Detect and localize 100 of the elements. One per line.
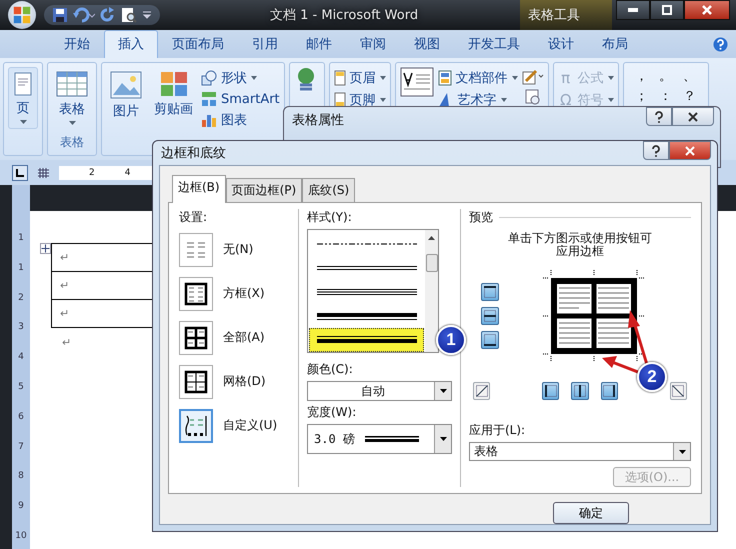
close-icon — [702, 5, 712, 15]
setting-button[interactable] — [179, 320, 213, 354]
smartart-button[interactable]: SmartArt — [201, 91, 280, 107]
quick-parts-icon — [438, 70, 452, 86]
dialog-tab[interactable]: 边框(B) — [172, 175, 226, 203]
ribbon-tab[interactable]: 开始 — [50, 30, 104, 58]
caret-icon — [20, 120, 26, 124]
print-preview-icon[interactable] — [121, 7, 137, 23]
width-dropdown[interactable]: 3.0 磅 — [307, 424, 452, 454]
scroll-thumb[interactable] — [426, 254, 438, 272]
style-label: 样式(Y): — [307, 209, 353, 226]
border-toggle-button[interactable] — [481, 307, 499, 325]
help-button[interactable] — [646, 107, 672, 126]
ribbon-tab[interactable]: 审阅 — [346, 30, 400, 58]
line-style-option[interactable] — [309, 328, 424, 352]
border-toggle-button[interactable] — [473, 382, 490, 400]
setting-button[interactable] — [179, 408, 213, 442]
customize-caret-icon[interactable] — [142, 10, 152, 20]
color-dropdown[interactable]: 自动 — [307, 381, 452, 401]
save-icon[interactable] — [52, 7, 68, 23]
setting-button[interactable] — [179, 276, 213, 310]
ribbon-tab[interactable]: 设计 — [534, 30, 588, 58]
settings-label: 设置: — [179, 209, 208, 226]
help-icon[interactable] — [713, 36, 728, 52]
page-button[interactable]: 页 — [8, 67, 38, 129]
caret-icon — [500, 98, 507, 102]
dialog-title: 表格属性 — [292, 112, 344, 129]
ribbon-tab[interactable]: 视图 — [400, 30, 454, 58]
group-caption: 表格 — [60, 134, 84, 151]
chart-icon — [201, 112, 217, 128]
close-icon — [688, 112, 698, 122]
dialog-tab[interactable]: 页面边框(P) — [226, 178, 302, 202]
ruler-number: 2 — [18, 292, 24, 303]
shapes-button[interactable]: 形状 — [201, 69, 280, 87]
ribbon-tab[interactable]: 插入 — [104, 30, 158, 58]
office-logo-icon — [13, 6, 31, 24]
line-style-icon — [316, 263, 416, 273]
signature-icon[interactable] — [522, 69, 544, 85]
ok-button[interactable]: 确定 — [553, 502, 629, 524]
border-preset-icon — [184, 282, 208, 306]
punctuation-key[interactable]: ； — [632, 89, 652, 105]
header-button[interactable]: 页眉 — [334, 69, 386, 87]
border-toggle-button[interactable] — [481, 331, 499, 349]
border-toggle-button[interactable] — [670, 382, 688, 400]
setting-label: 方框(X) — [223, 285, 265, 302]
ribbon-tab[interactable]: 开发工具 — [454, 30, 534, 58]
color-label: 颜色(C): — [307, 361, 354, 378]
border-preset-icon — [184, 326, 208, 350]
caret-icon — [512, 76, 518, 80]
grid-icon[interactable] — [38, 168, 49, 178]
move-handle-icon[interactable] — [40, 243, 51, 254]
border-icon — [484, 334, 496, 346]
line-style-icon — [316, 335, 416, 345]
chart-button[interactable]: 图表 — [201, 111, 280, 129]
quick-parts-button[interactable]: 文档部件 — [438, 69, 518, 87]
width-label: 宽度(W): — [307, 404, 358, 421]
ribbon-tab[interactable]: 布局 — [588, 30, 642, 58]
clip-art-button[interactable]: 剪贴画 — [150, 67, 197, 122]
table-icon — [56, 71, 88, 97]
close-button[interactable] — [684, 0, 730, 20]
punctuation-key[interactable]: 、 — [680, 69, 700, 85]
text-box-icon[interactable] — [400, 67, 434, 97]
office-button[interactable] — [8, 1, 36, 29]
dialog-tab[interactable]: 底纹(S) — [302, 178, 356, 202]
picture-button[interactable]: 图片 — [106, 67, 146, 124]
border-toggle-button[interactable] — [571, 382, 589, 400]
ruler-number: 7 — [18, 442, 24, 452]
ribbon-tab[interactable]: 引用 — [238, 30, 292, 58]
setting-label: 自定义(U) — [223, 417, 278, 434]
maximize-button[interactable] — [650, 0, 684, 20]
smartart-icon — [201, 91, 217, 107]
border-toggle-button[interactable] — [600, 382, 618, 400]
punctuation-key[interactable]: 。 — [656, 69, 676, 85]
border-toggle-button[interactable] — [542, 382, 560, 400]
border-icon — [484, 310, 496, 322]
redo-icon[interactable] — [100, 7, 116, 23]
undo-icon[interactable] — [73, 7, 95, 23]
window-title: 文档 1 - Microsoft Word — [270, 7, 418, 24]
table-button[interactable]: 表格 — [52, 67, 92, 129]
scrollbar[interactable] — [425, 230, 438, 352]
ribbon-tab[interactable]: 邮件 — [292, 30, 346, 58]
setting-button[interactable] — [179, 364, 213, 398]
border-toggle-button[interactable] — [481, 283, 499, 301]
close-button[interactable] — [672, 107, 714, 126]
paragraph-mark: ↵ — [60, 307, 70, 320]
punctuation-key[interactable]: ， — [632, 69, 652, 85]
minimize-button[interactable] — [616, 0, 650, 20]
maximize-icon — [662, 5, 672, 15]
tab-selector[interactable] — [12, 164, 28, 180]
punctuation-key[interactable]: ？ — [680, 89, 700, 105]
help-button[interactable] — [643, 141, 669, 160]
ruler-number: 6 — [18, 412, 24, 422]
apply-to-dropdown[interactable]: 表格 — [469, 442, 691, 462]
punctuation-key[interactable]: ： — [656, 89, 676, 105]
picture-icon — [110, 71, 142, 99]
close-icon — [685, 146, 695, 156]
help-icon — [654, 110, 664, 122]
ribbon-tab[interactable]: 页面布局 — [158, 30, 238, 58]
line-style-icon — [316, 287, 416, 297]
ruler-number: 4 — [124, 168, 130, 178]
